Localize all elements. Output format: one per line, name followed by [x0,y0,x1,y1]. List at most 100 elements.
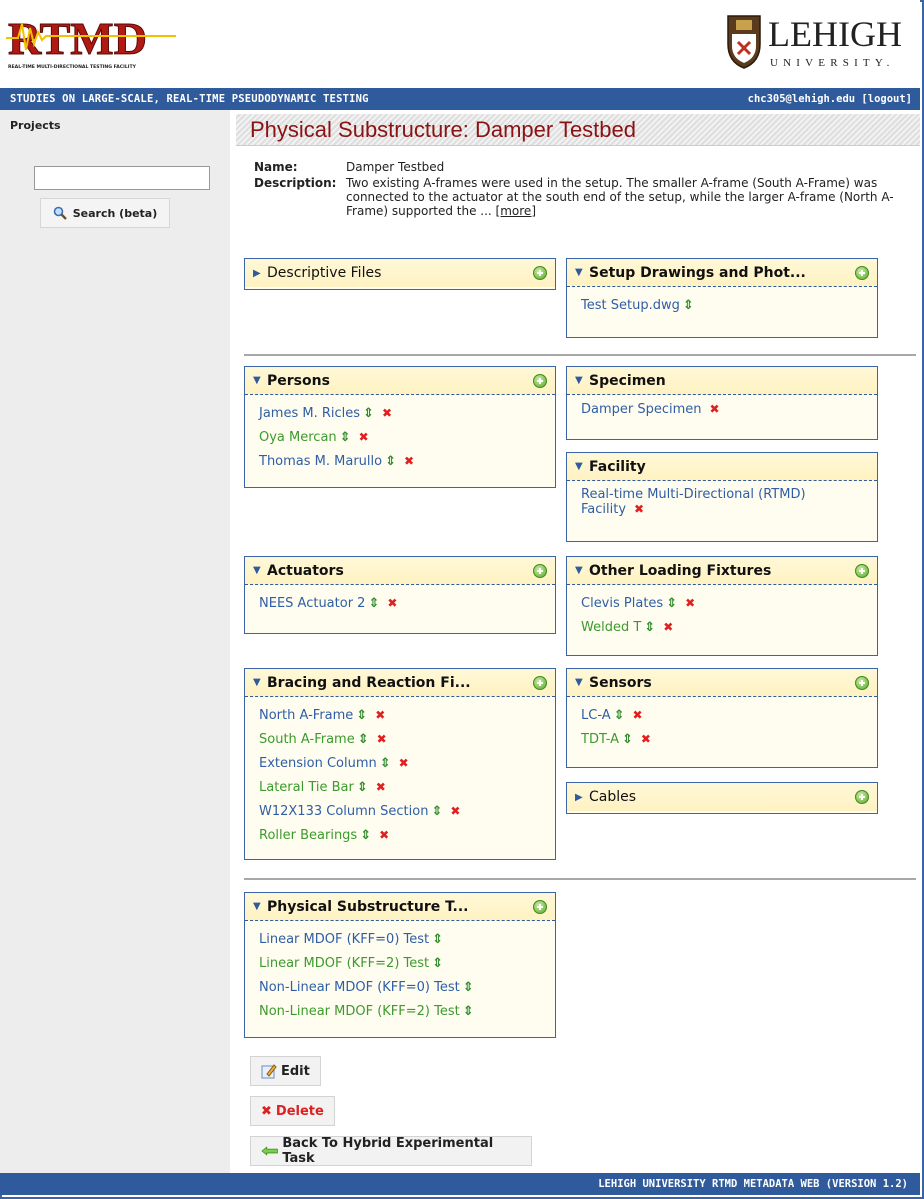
collapse-arrow-icon[interactable]: ▼ [575,267,589,278]
collapse-arrow-icon[interactable]: ▼ [253,677,267,688]
item-link[interactable]: NEES Actuator 2 [259,596,365,611]
search-button[interactable]: Search (beta) [40,198,170,228]
reorder-icon[interactable]: ⇕ [358,732,369,747]
collapse-arrow-icon[interactable]: ▼ [575,565,589,576]
collapse-arrow-icon[interactable]: ▼ [253,901,267,912]
panel-header[interactable]: ▼ Actuators [245,557,555,585]
delete-icon[interactable]: ✖ [633,708,643,722]
back-button-label: Back To Hybrid Experimental Task [282,1136,494,1166]
add-icon[interactable] [533,675,547,690]
add-icon[interactable] [533,563,547,578]
reorder-icon[interactable]: ⇕ [385,454,396,469]
add-icon[interactable] [533,266,547,280]
item-link[interactable]: Damper Specimen [581,402,702,417]
reorder-icon[interactable]: ⇕ [683,298,694,313]
item-link[interactable]: Non-Linear MDOF (KFF=0) Test [259,980,460,995]
edit-button[interactable]: Edit [250,1056,321,1086]
expand-arrow-icon[interactable]: ▶ [575,792,589,803]
list-item: Clevis Plates ⇕ ✖ [581,591,877,615]
back-button[interactable]: Back To Hybrid Experimental Task [250,1136,532,1166]
delete-icon[interactable]: ✖ [387,596,397,610]
reorder-icon[interactable]: ⇕ [622,732,633,747]
delete-icon[interactable]: ✖ [359,430,369,444]
reorder-icon[interactable]: ⇕ [380,756,391,771]
add-icon[interactable] [533,373,547,388]
reorder-icon[interactable]: ⇕ [340,430,351,445]
collapse-arrow-icon[interactable]: ▼ [253,375,267,386]
item-link[interactable]: James M. Ricles [259,406,360,421]
delete-icon[interactable]: ✖ [685,596,695,610]
reorder-icon[interactable]: ⇕ [463,1004,474,1019]
panel-header[interactable]: ▼ Facility [567,453,877,481]
item-link[interactable]: South A-Frame [259,732,355,747]
expand-arrow-icon[interactable]: ▶ [253,268,267,279]
reorder-icon[interactable]: ⇕ [431,804,442,819]
panel-header[interactable]: ▼ Bracing and Reaction Fi... [245,669,555,697]
item-link[interactable]: W12X133 Column Section [259,804,428,819]
delete-icon[interactable]: ✖ [404,454,414,468]
collapse-arrow-icon[interactable]: ▼ [575,677,589,688]
item-link[interactable]: Clevis Plates [581,596,663,611]
item-link[interactable]: Thomas M. Marullo [259,454,382,469]
reorder-icon[interactable]: ⇕ [432,956,443,971]
search-input[interactable] [34,166,210,190]
delete-icon[interactable]: ✖ [634,502,644,516]
collapse-arrow-icon[interactable]: ▼ [575,375,589,386]
reorder-icon[interactable]: ⇕ [368,596,379,611]
add-icon[interactable] [855,265,869,280]
panel-header[interactable]: ▼ Specimen [567,367,877,395]
item-link[interactable]: Linear MDOF (KFF=2) Test [259,956,429,971]
item-link[interactable]: Roller Bearings [259,828,357,843]
add-icon[interactable] [533,899,547,914]
reorder-icon[interactable]: ⇕ [357,780,368,795]
item-link[interactable]: Extension Column [259,756,377,771]
projects-label[interactable]: Projects [10,119,61,132]
delete-icon[interactable]: ✖ [382,406,392,420]
reorder-icon[interactable]: ⇕ [644,620,655,635]
delete-icon[interactable]: ✖ [450,804,460,818]
reorder-icon[interactable]: ⇕ [614,708,625,723]
panel-header[interactable]: ▼ Other Loading Fixtures [567,557,877,585]
item-link[interactable]: TDT-A [581,732,619,747]
item-link[interactable]: Linear MDOF (KFF=0) Test [259,932,429,947]
rtmd-logo[interactable]: RTMD REAL-TIME MULTI-DIRECTIONAL TESTING… [6,10,176,72]
reorder-icon[interactable]: ⇕ [666,596,677,611]
reorder-icon[interactable]: ⇕ [363,406,374,421]
delete-icon[interactable]: ✖ [710,402,720,416]
delete-icon[interactable]: ✖ [641,732,651,746]
search-icon [53,206,67,220]
item-link[interactable]: Welded T [581,620,641,635]
item-link[interactable]: Real-time Multi-Directional (RTMD) Facil… [581,487,806,517]
panel-header[interactable]: ▼ Physical Substructure T... [245,893,555,921]
delete-icon[interactable]: ✖ [377,732,387,746]
item-link[interactable]: North A-Frame [259,708,353,723]
delete-icon[interactable]: ✖ [399,756,409,770]
delete-icon[interactable]: ✖ [663,620,673,634]
item-link[interactable]: Oya Mercan [259,430,337,445]
delete-icon[interactable]: ✖ [379,828,389,842]
delete-icon[interactable]: ✖ [375,708,385,722]
item-link[interactable]: LC-A [581,708,611,723]
reorder-icon[interactable]: ⇕ [432,932,443,947]
item-link[interactable]: Lateral Tie Bar [259,780,354,795]
collapse-arrow-icon[interactable]: ▼ [253,565,267,576]
panel-header[interactable]: ▼ Setup Drawings and Phot... [567,259,877,287]
collapse-arrow-icon[interactable]: ▼ [575,461,589,472]
reorder-icon[interactable]: ⇕ [356,708,367,723]
more-link[interactable]: [more] [496,204,536,218]
add-icon[interactable] [855,563,869,578]
reorder-icon[interactable]: ⇕ [463,980,474,995]
panel-header[interactable]: ▶ Cables [567,783,877,811]
item-link[interactable]: Non-Linear MDOF (KFF=2) Test [259,1004,460,1019]
reorder-icon[interactable]: ⇕ [360,828,371,843]
logout-link[interactable]: [logout] [861,93,912,105]
panel-header[interactable]: ▶ Descriptive Files [245,259,555,287]
lehigh-logo[interactable]: LEHIGH UNIVERSITY. [724,8,920,74]
add-icon[interactable] [855,790,869,804]
panel-header[interactable]: ▼ Sensors [567,669,877,697]
add-icon[interactable] [855,675,869,690]
delete-button[interactable]: ✖ Delete [250,1096,335,1126]
delete-icon[interactable]: ✖ [376,780,386,794]
item-link[interactable]: Test Setup.dwg [581,298,680,313]
panel-header[interactable]: ▼ Persons [245,367,555,395]
